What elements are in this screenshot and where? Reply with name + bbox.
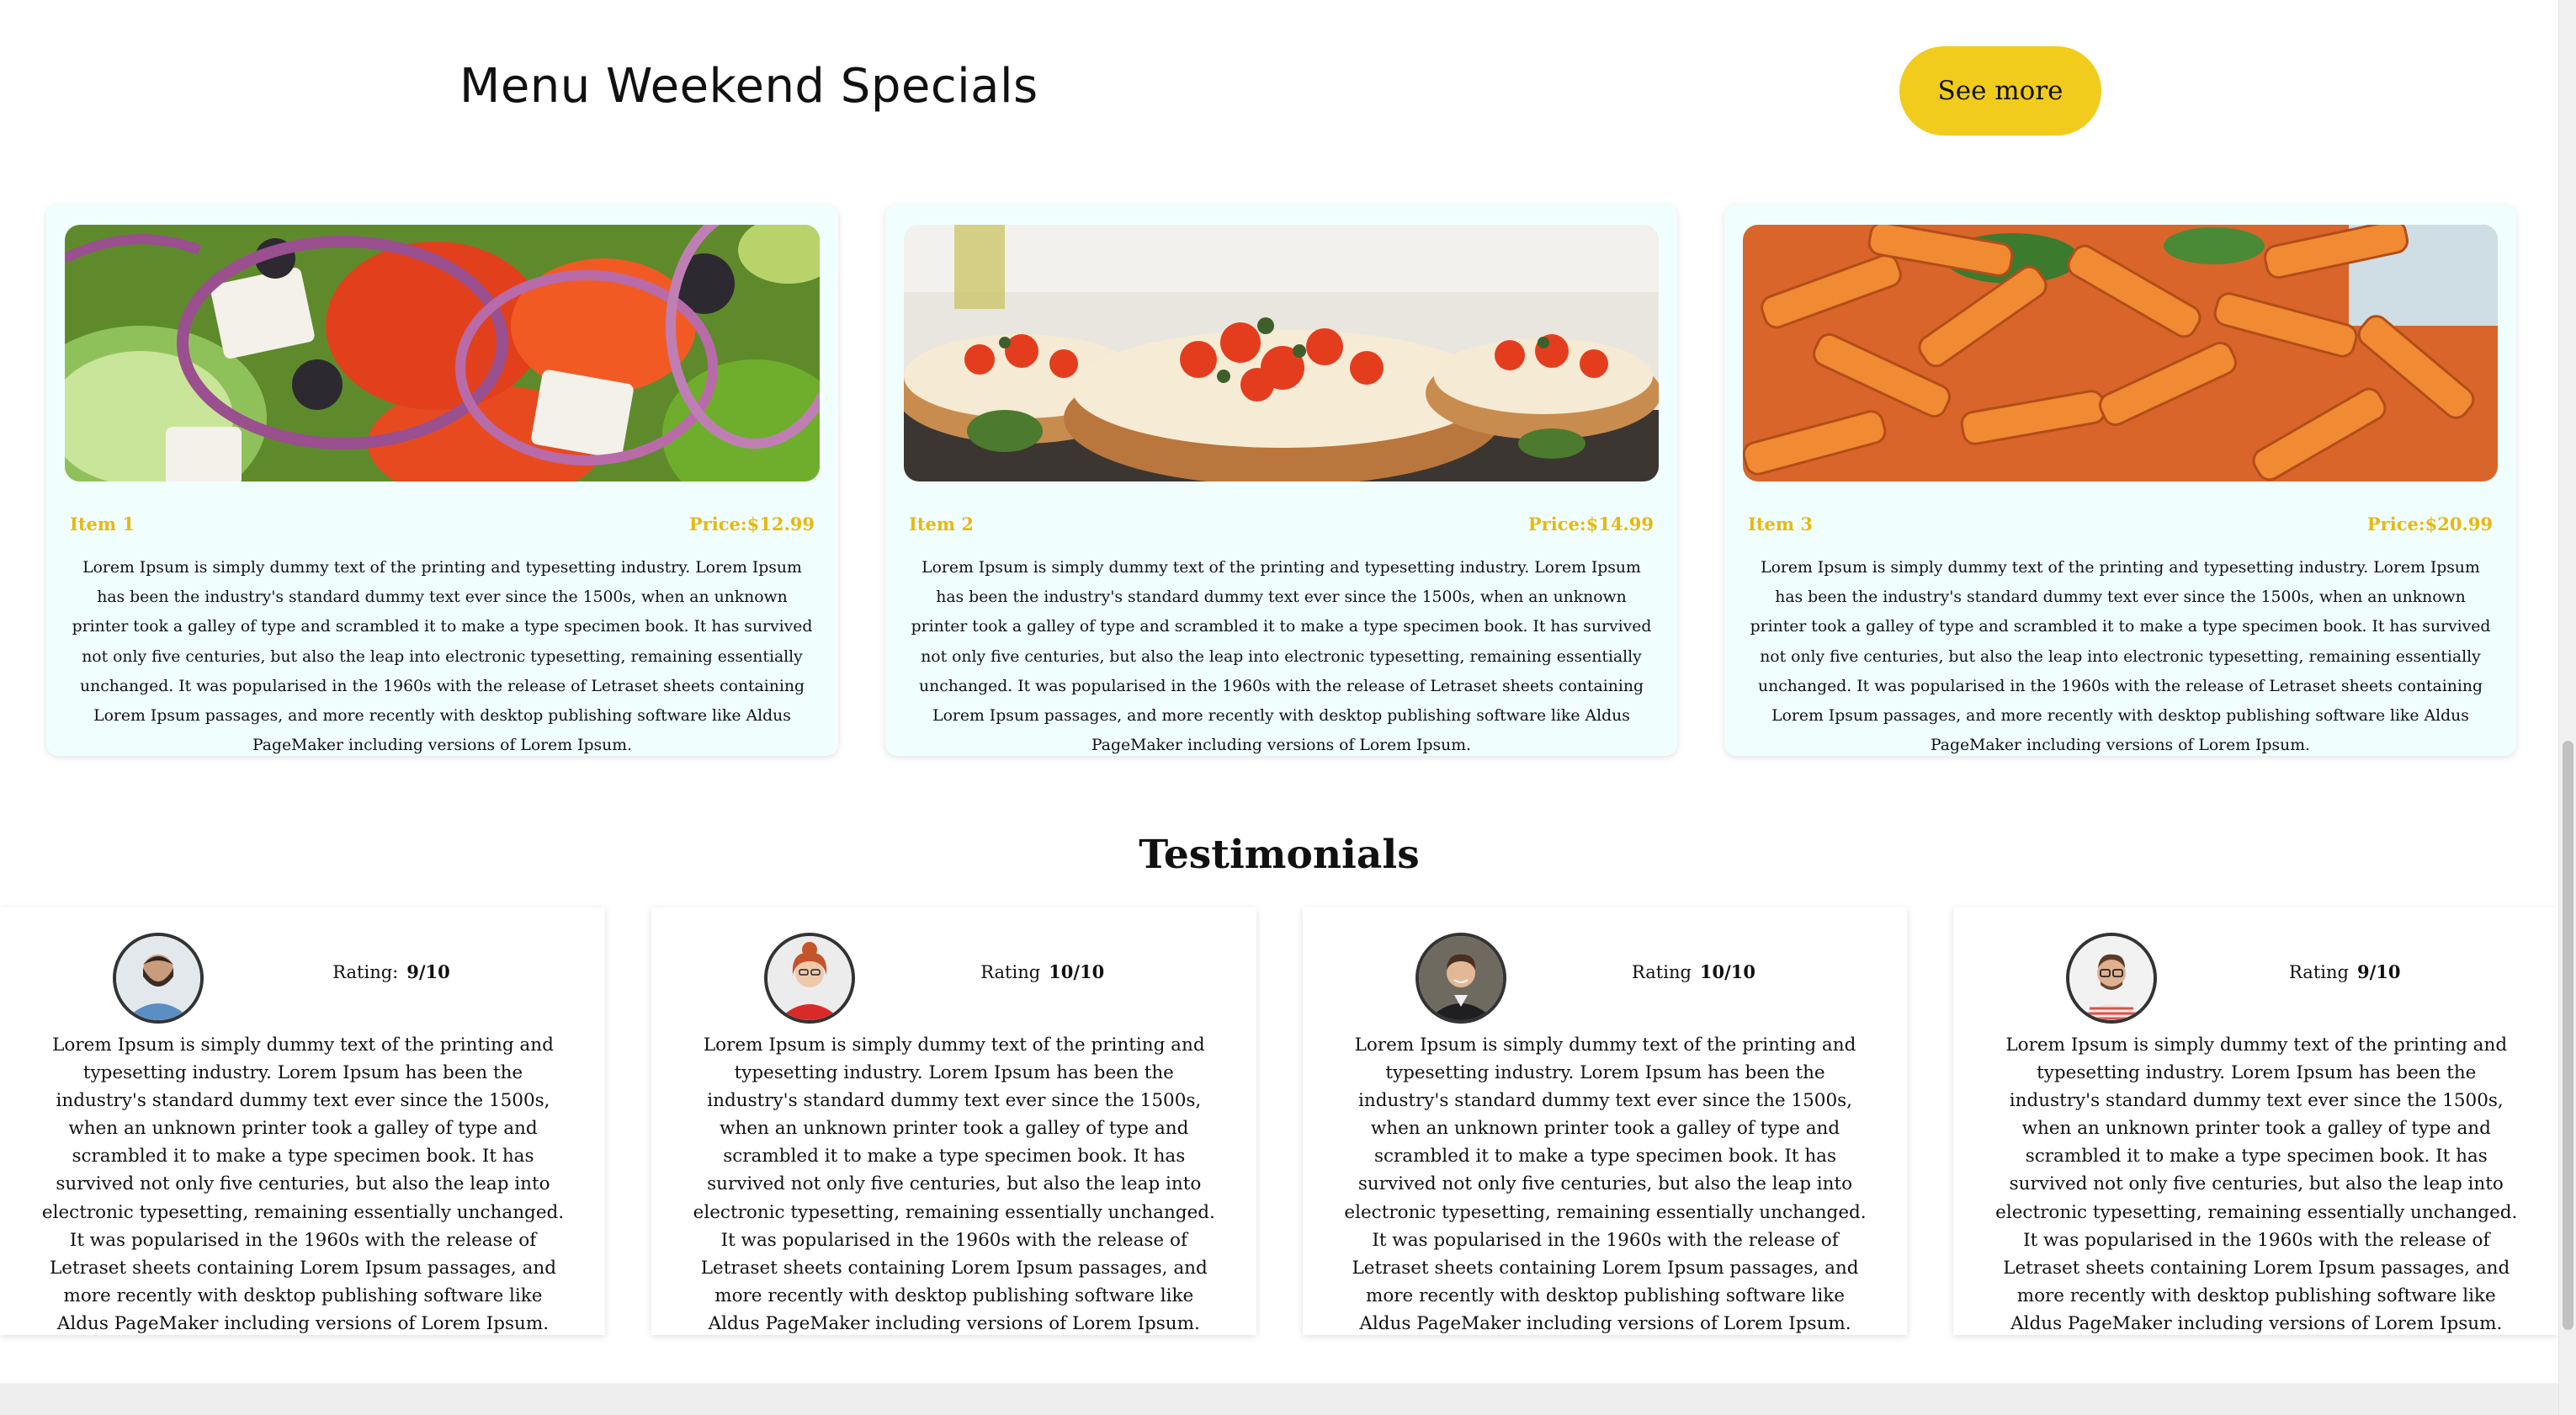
testimonial-card: Rating 9/10 Lorem Ipsum is simply dummy t… bbox=[1953, 907, 2558, 1335]
penne-pasta-image bbox=[1743, 225, 2498, 481]
menu-item-name: Item 1 bbox=[70, 513, 135, 535]
testimonial-text: Lorem Ipsum is simply dummy text of the … bbox=[1995, 1035, 2518, 1334]
testimonial-card: Rating 10/10 Lorem Ipsum is simply dummy … bbox=[651, 907, 1256, 1335]
menu-card[interactable]: Item 2 Price:$14.99 Lorem Ipsum is simpl… bbox=[885, 205, 1677, 756]
scrollbar-thumb[interactable] bbox=[2563, 741, 2573, 1330]
menu-item-description: Lorem Ipsum is simply dummy text of the … bbox=[1750, 559, 2491, 755]
rating-value: 9/10 bbox=[2356, 961, 2401, 982]
bearded-man-avatar bbox=[113, 933, 204, 1024]
red-haired-woman-avatar bbox=[763, 933, 855, 1024]
rating-value: 10/10 bbox=[1699, 961, 1756, 982]
scrollbar[interactable] bbox=[2558, 0, 2576, 1415]
testimonial-card: Rating 10/10 Lorem Ipsum is simply dummy … bbox=[1302, 907, 1908, 1335]
rating: Rating: 9/10 bbox=[252, 961, 530, 982]
menu-item-meta: Item 3 Price:$20.99 bbox=[1743, 513, 2498, 535]
testimonial-card: Rating: 9/10 Lorem Ipsum is simply dummy … bbox=[0, 907, 605, 1335]
rating-value: 9/10 bbox=[406, 961, 450, 982]
rating: Rating 10/10 bbox=[904, 961, 1182, 982]
testimonials-title: Testimonials bbox=[1139, 832, 1420, 878]
rating-label: Rating: bbox=[332, 962, 399, 982]
menu-item-name: Item 2 bbox=[909, 513, 975, 535]
page-title: Menu Weekend Specials bbox=[459, 59, 1038, 114]
testimonial-text: Lorem Ipsum is simply dummy text of the … bbox=[693, 1035, 1215, 1334]
menu-item-description: Lorem Ipsum is simply dummy text of the … bbox=[72, 559, 813, 755]
menu-item-description: Lorem Ipsum is simply dummy text of the … bbox=[911, 559, 1652, 755]
rating-label: Rating bbox=[1631, 962, 1692, 982]
menu-item-price: Price:$20.99 bbox=[2366, 513, 2493, 535]
see-more-button[interactable]: See more bbox=[1899, 46, 2101, 136]
menu-item-meta: Item 1 Price:$12.99 bbox=[65, 513, 820, 535]
rating: Rating 10/10 bbox=[1555, 961, 1833, 982]
menu-card[interactable]: Item 1 Price:$12.99 Lorem Ipsum is simpl… bbox=[46, 205, 838, 756]
menu-item-price: Price:$12.99 bbox=[688, 513, 815, 535]
menu-item-price: Price:$14.99 bbox=[1527, 513, 1654, 535]
menu-card-list: Item 1 Price:$12.99 Lorem Ipsum is simpl… bbox=[46, 205, 2516, 756]
testimonial-list: Rating: 9/10 Lorem Ipsum is simply dummy … bbox=[0, 907, 2558, 1335]
rating-label: Rating bbox=[2289, 962, 2349, 982]
testimonial-text: Lorem Ipsum is simply dummy text of the … bbox=[1344, 1035, 1867, 1334]
rating-value: 10/10 bbox=[1049, 961, 1105, 982]
menu-item-meta: Item 2 Price:$14.99 bbox=[904, 513, 1659, 535]
menu-card[interactable]: Item 3 Price:$20.99 Lorem Ipsum is simpl… bbox=[1724, 205, 2516, 756]
bruschetta-image bbox=[904, 225, 1659, 481]
testimonial-text: Lorem Ipsum is simply dummy text of the … bbox=[41, 1035, 565, 1334]
footer-strip bbox=[0, 1383, 2558, 1415]
greek-salad-image bbox=[65, 225, 820, 481]
glasses-man-avatar bbox=[2066, 933, 2158, 1024]
smiling-man-avatar bbox=[1415, 933, 1506, 1024]
rating-label: Rating bbox=[980, 962, 1041, 982]
menu-item-name: Item 3 bbox=[1748, 513, 1814, 535]
specials-header: Menu Weekend Specials See more bbox=[0, 0, 2558, 181]
rating: Rating 9/10 bbox=[2206, 961, 2483, 982]
